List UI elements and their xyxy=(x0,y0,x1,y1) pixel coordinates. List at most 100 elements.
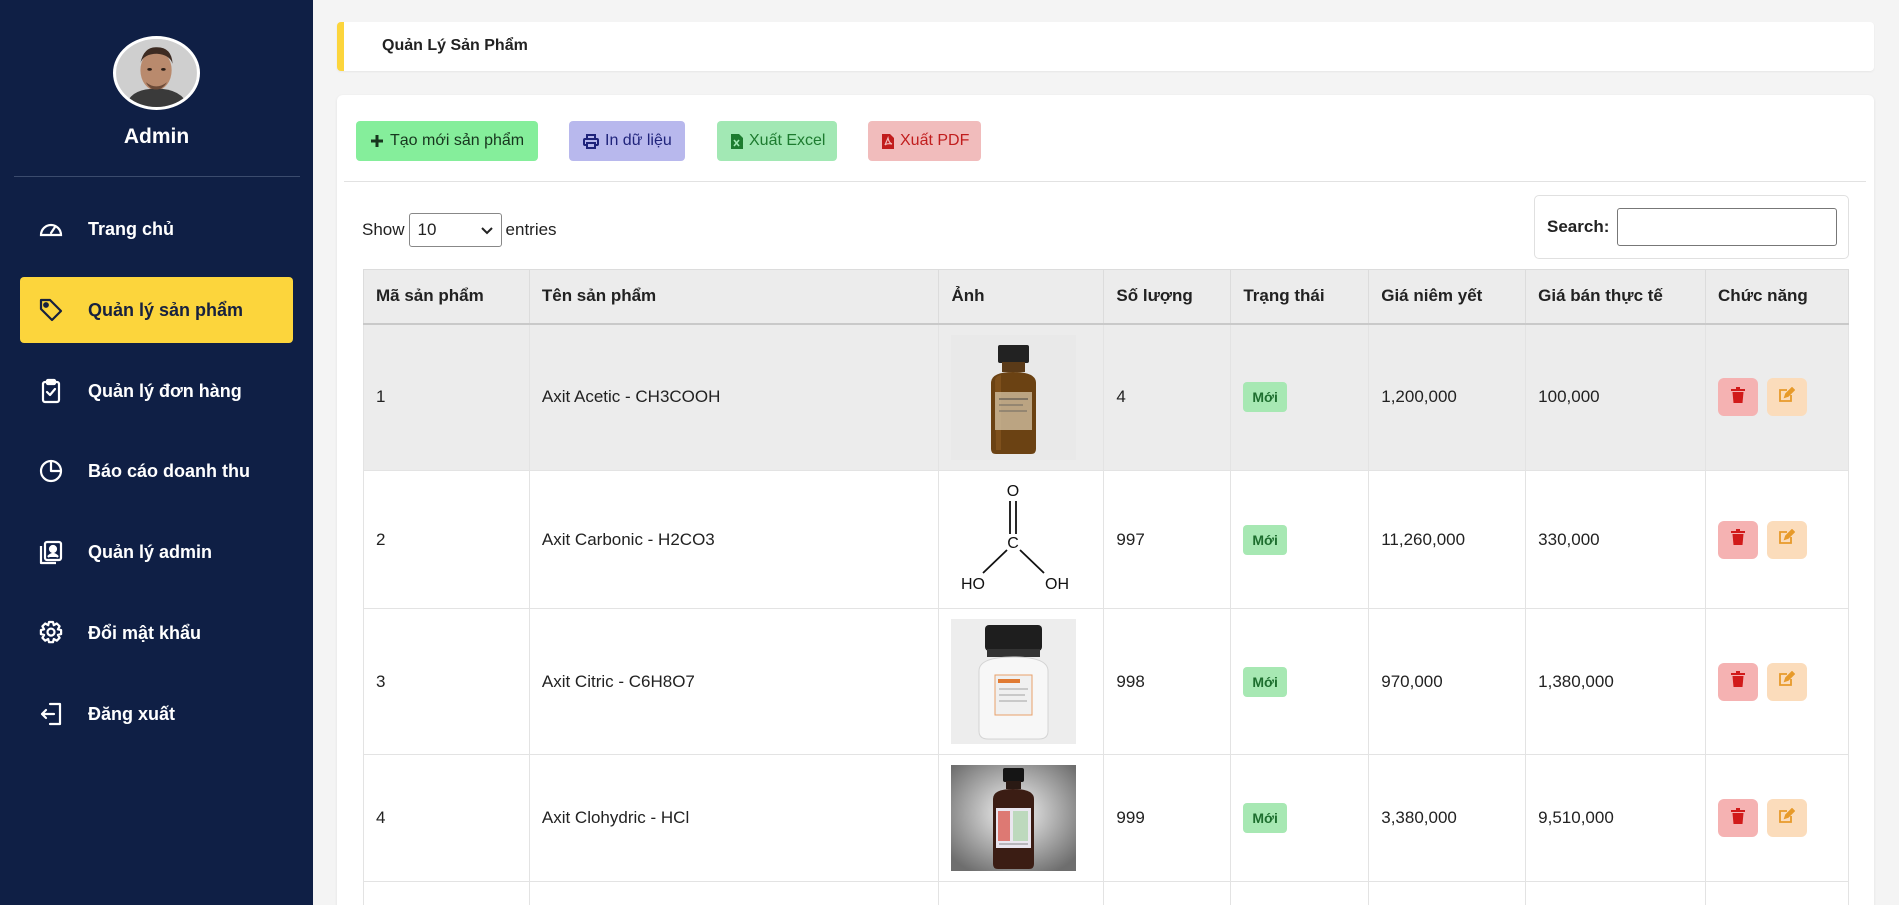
cell-status: Mới xyxy=(1230,754,1370,882)
cell-id: 4 xyxy=(363,754,530,882)
clipboard-check-icon xyxy=(38,378,64,404)
sidebar-item-label: Đổi mật khẩu xyxy=(88,622,202,643)
status-badge: Mới xyxy=(1243,803,1287,833)
delete-button[interactable] xyxy=(1718,662,1759,701)
status-badge: Mới xyxy=(1243,666,1287,697)
cell-status: Mới xyxy=(1230,470,1370,609)
table-row xyxy=(363,881,1849,905)
cell-list-price: 11,260,000 xyxy=(1368,470,1527,609)
entries-value: 10 xyxy=(417,220,437,239)
table-header-row: Mã sản phẩm Tên sản phẩm Ảnh Số lượng Tr… xyxy=(363,269,1849,325)
search-label: Search: xyxy=(1547,217,1610,236)
table-row: 2 Axit Carbonic - H2CO3 O C HO OH 997 Mớ… xyxy=(363,470,1849,609)
delete-button[interactable] xyxy=(1718,799,1759,837)
pdf-file-icon xyxy=(882,133,894,149)
edit-button[interactable] xyxy=(1766,662,1807,701)
cell-quantity: 998 xyxy=(1103,608,1232,755)
sidebar-divider xyxy=(14,176,300,177)
sidebar-item-label: Báo cáo doanh thu xyxy=(88,460,250,481)
edit-button[interactable] xyxy=(1766,378,1807,417)
column-header-sale-price[interactable]: Giá bán thực tế xyxy=(1525,269,1707,325)
create-product-button[interactable]: Tạo mới sản phẩm xyxy=(356,121,538,161)
sidebar-item-change-password[interactable]: Đổi mật khẩu xyxy=(20,600,293,666)
edit-icon xyxy=(1778,386,1796,408)
create-product-label: Tạo mới sản phẩm xyxy=(390,132,525,149)
export-excel-button[interactable]: Xuất Excel xyxy=(717,121,837,161)
sidebar: Admin Trang chủ Quản lý sản phẩm Quản lý… xyxy=(0,0,313,905)
printer-icon xyxy=(583,133,599,149)
logout-icon xyxy=(38,701,64,727)
cell-image xyxy=(938,323,1105,471)
cell-name: Axit Acetic - CH3COOH xyxy=(529,323,940,471)
cell-status: Mới xyxy=(1230,608,1370,755)
edit-icon xyxy=(1778,528,1796,550)
structure-ho-label: HO xyxy=(961,576,985,593)
cell-sale-price: 100,000 xyxy=(1525,323,1707,471)
export-pdf-button[interactable]: Xuất PDF xyxy=(868,121,981,161)
cell-list-price: 970,000 xyxy=(1368,608,1527,755)
table-row: 3 Axit Citric - C6H8O7 998 Mới 970,000 1… xyxy=(363,608,1849,755)
entries-label: entries xyxy=(505,220,557,239)
sidebar-item-label: Quản lý đơn hàng xyxy=(88,380,242,401)
cell-actions xyxy=(1705,470,1849,609)
edit-button[interactable] xyxy=(1766,799,1807,837)
excel-file-icon xyxy=(731,133,743,149)
delete-button[interactable] xyxy=(1718,520,1759,559)
cell-list-price: 1,200,000 xyxy=(1368,323,1527,471)
toolbar-divider xyxy=(344,181,1866,182)
breadcrumb: Quản Lý Sản Phẩm xyxy=(337,22,1874,71)
products-card: Tạo mới sản phẩm In dữ liệu Xuất Excel X… xyxy=(337,95,1874,905)
table-row: 4 Axit Clohydric - HCl 999 Mới 3,380,000… xyxy=(363,754,1849,882)
sidebar-item-logout[interactable]: Đăng xuất xyxy=(20,681,293,747)
cell-id: 2 xyxy=(363,470,530,609)
print-button[interactable]: In dữ liệu xyxy=(569,121,685,161)
column-header-actions[interactable]: Chức năng xyxy=(1705,269,1849,325)
cell-name: Axit Carbonic - H2CO3 xyxy=(529,470,940,609)
show-label: Show xyxy=(362,220,405,239)
cell-name: Axit Clohydric - HCl xyxy=(529,754,940,882)
cell-status: Mới xyxy=(1230,323,1370,471)
sidebar-item-label: Đăng xuất xyxy=(88,703,176,724)
search-box: Search: xyxy=(1534,195,1849,259)
cell-sale-price: 1,380,000 xyxy=(1525,608,1707,755)
edit-icon xyxy=(1778,670,1796,692)
sidebar-item-label: Quản lý sản phẩm xyxy=(88,299,244,320)
sidebar-item-products[interactable]: Quản lý sản phẩm xyxy=(20,277,293,343)
cell-list-price: 3,380,000 xyxy=(1368,754,1527,882)
sidebar-item-admins[interactable]: Quản lý admin xyxy=(20,519,293,585)
column-header-list-price[interactable]: Giá niêm yết xyxy=(1368,269,1527,325)
column-header-status[interactable]: Trạng thái xyxy=(1230,269,1370,325)
tag-icon xyxy=(38,297,64,323)
admin-name: Admin xyxy=(123,125,190,148)
carbonic-acid-structure-image: O C HO OH xyxy=(951,477,1077,602)
sidebar-item-orders[interactable]: Quản lý đơn hàng xyxy=(20,358,293,424)
cell-image: O C HO OH xyxy=(938,470,1105,609)
status-badge: Mới xyxy=(1243,382,1287,413)
avatar xyxy=(113,36,200,110)
cell-image xyxy=(938,608,1105,755)
show-entries: Show 10 entries xyxy=(362,213,557,247)
entries-select[interactable]: 10 xyxy=(408,213,502,247)
edit-icon xyxy=(1778,807,1796,829)
white-jar-image xyxy=(951,619,1077,744)
column-header-name[interactable]: Tên sản phẩm xyxy=(529,269,940,325)
structure-c-label: C xyxy=(1008,535,1020,552)
cell-actions xyxy=(1705,323,1849,471)
search-input[interactable] xyxy=(1617,208,1838,246)
sidebar-item-revenue[interactable]: Báo cáo doanh thu xyxy=(20,438,293,504)
table-row: 1 Axit Acetic - CH3COOH 4 Mới 1,200,000 … xyxy=(363,323,1849,471)
edit-button[interactable] xyxy=(1766,520,1807,559)
export-excel-label: Xuất Excel xyxy=(749,132,826,149)
brown-bottle-image xyxy=(951,334,1077,460)
column-header-quantity[interactable]: Số lượng xyxy=(1103,269,1232,325)
column-header-id[interactable]: Mã sản phẩm xyxy=(363,269,530,325)
gear-icon xyxy=(38,620,64,646)
products-table: Mã sản phẩm Tên sản phẩm Ảnh Số lượng Tr… xyxy=(363,269,1849,905)
status-badge: Mới xyxy=(1243,524,1287,555)
pie-chart-icon xyxy=(38,458,64,484)
cell-quantity: 997 xyxy=(1103,470,1232,609)
sidebar-item-home[interactable]: Trang chủ xyxy=(20,196,293,262)
column-header-image[interactable]: Ảnh xyxy=(938,269,1105,325)
trash-icon xyxy=(1731,386,1746,408)
delete-button[interactable] xyxy=(1718,378,1759,417)
